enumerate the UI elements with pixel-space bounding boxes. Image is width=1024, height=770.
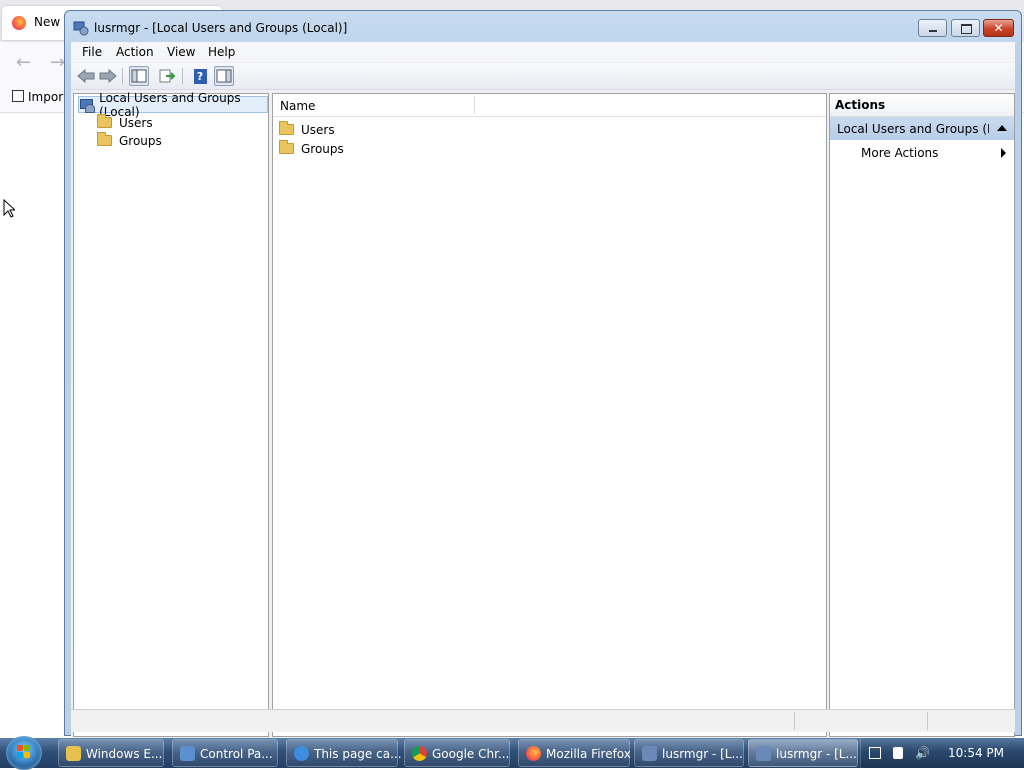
actions-pane: Actions Local Users and Groups (Lo... Mo… bbox=[829, 93, 1015, 737]
tree-groups-label: Groups bbox=[119, 133, 162, 148]
menu-file[interactable]: File bbox=[82, 45, 102, 59]
actions-group-header[interactable]: Local Users and Groups (Lo... bbox=[830, 117, 1014, 140]
status-bar bbox=[71, 709, 1015, 732]
export-list-icon[interactable] bbox=[157, 66, 177, 86]
firefox-forward-button[interactable]: → bbox=[50, 52, 65, 73]
toolbar: ? bbox=[71, 63, 1015, 90]
taskbar-label: lusrmgr - [L... bbox=[662, 747, 743, 761]
taskbar-button-firefox[interactable]: Mozilla Firefox bbox=[518, 739, 631, 767]
taskbar-label: Windows E... bbox=[86, 747, 163, 761]
taskbar-button-control-panel[interactable]: Control Pa... bbox=[172, 739, 278, 767]
folder-icon bbox=[97, 114, 112, 128]
firefox-icon bbox=[526, 746, 541, 761]
console-tree-icon[interactable] bbox=[129, 66, 149, 86]
status-divider bbox=[794, 712, 796, 730]
action-center-icon[interactable] bbox=[893, 747, 903, 759]
list-users-label: Users bbox=[301, 122, 335, 137]
status-divider bbox=[927, 712, 929, 730]
mmc-icon bbox=[73, 21, 89, 36]
list-header: Name bbox=[273, 94, 826, 117]
chrome-icon bbox=[412, 746, 427, 761]
menu-action[interactable]: Action bbox=[116, 45, 154, 59]
computer-users-icon bbox=[79, 98, 96, 113]
mmc-icon bbox=[756, 746, 771, 761]
forward-arrow-icon[interactable] bbox=[98, 66, 118, 86]
taskbar: Windows E... Control Pa... This page ca.… bbox=[0, 736, 1024, 770]
action-pane-icon[interactable] bbox=[214, 66, 234, 86]
more-actions-item[interactable]: More Actions bbox=[861, 146, 938, 160]
minimize-button[interactable] bbox=[918, 19, 947, 37]
actions-group-label: Local Users and Groups (Lo... bbox=[837, 122, 989, 136]
taskbar-button-lusrmgr-2[interactable]: lusrmgr - [L... bbox=[748, 739, 858, 767]
lusrmgr-window: lusrmgr - [Local Users and Groups (Local… bbox=[64, 10, 1022, 738]
taskbar-clock[interactable]: 10:54 PM bbox=[948, 746, 1004, 760]
taskbar-button-lusrmgr-1[interactable]: lusrmgr - [L... bbox=[634, 739, 744, 767]
taskbar-label: Mozilla Firefox bbox=[546, 747, 631, 761]
maximize-button[interactable] bbox=[951, 19, 980, 37]
window-titlebar[interactable]: lusrmgr - [Local Users and Groups (Local… bbox=[65, 11, 1021, 43]
firefox-import-bookmarks[interactable]: Impor bbox=[12, 90, 63, 104]
folder-icon bbox=[97, 132, 112, 146]
window-client: File Action View Help ? Local Users and … bbox=[71, 42, 1015, 738]
toolbar-separator bbox=[182, 68, 183, 84]
tree-item-root[interactable]: Local Users and Groups (Local) bbox=[78, 91, 268, 119]
list-item-groups[interactable]: Groups bbox=[279, 140, 344, 157]
folder-icon bbox=[279, 121, 294, 135]
list-item-users[interactable]: Users bbox=[279, 121, 335, 138]
taskbar-label: Control Pa... bbox=[200, 747, 273, 761]
menu-bar: File Action View Help bbox=[71, 42, 1015, 62]
collapse-up-icon[interactable] bbox=[997, 125, 1007, 131]
explorer-folder-icon bbox=[66, 746, 81, 761]
chevron-right-icon bbox=[1001, 148, 1006, 158]
mmc-icon bbox=[642, 746, 657, 761]
taskbar-label: lusrmgr - [L... bbox=[776, 747, 857, 761]
close-icon: ✕ bbox=[993, 21, 1004, 35]
tree-item-users[interactable]: Users bbox=[97, 114, 153, 131]
window-title: lusrmgr - [Local Users and Groups (Local… bbox=[94, 21, 348, 35]
actions-title: Actions bbox=[835, 98, 886, 112]
menu-view[interactable]: View bbox=[167, 45, 195, 59]
actions-header: Actions bbox=[830, 94, 1014, 117]
control-panel-icon bbox=[180, 746, 195, 761]
console-tree-pane: Local Users and Groups (Local) Users Gro… bbox=[73, 91, 269, 737]
internet-explorer-icon bbox=[294, 746, 309, 761]
close-button[interactable]: ✕ bbox=[983, 19, 1014, 37]
tree-users-label: Users bbox=[119, 115, 153, 130]
column-header-name[interactable]: Name bbox=[280, 99, 315, 113]
taskbar-label: Google Chr... bbox=[432, 747, 510, 761]
help-icon[interactable]: ? bbox=[190, 66, 210, 86]
menu-help[interactable]: Help bbox=[208, 45, 235, 59]
import-icon bbox=[12, 90, 24, 102]
list-groups-label: Groups bbox=[301, 141, 344, 156]
taskbar-button-ie[interactable]: This page ca... bbox=[286, 739, 402, 767]
firefox-import-label: Impor bbox=[28, 90, 64, 104]
taskbar-label: This page ca... bbox=[314, 747, 402, 761]
toolbar-separator bbox=[122, 68, 123, 84]
volume-icon[interactable]: 🔊 bbox=[915, 746, 930, 760]
tree-item-groups[interactable]: Groups bbox=[97, 132, 162, 149]
network-icon[interactable] bbox=[869, 747, 881, 759]
firefox-back-button[interactable]: ← bbox=[16, 52, 31, 73]
folder-icon bbox=[279, 140, 294, 154]
taskbar-button-chrome[interactable]: Google Chr... bbox=[404, 739, 510, 767]
start-button[interactable] bbox=[6, 736, 42, 770]
mouse-cursor-icon bbox=[3, 199, 15, 218]
firefox-icon bbox=[12, 16, 26, 30]
back-arrow-icon[interactable] bbox=[76, 66, 96, 86]
taskbar-button-explorer[interactable]: Windows E... bbox=[58, 739, 164, 767]
results-pane: Name Users Groups bbox=[272, 93, 827, 737]
column-divider[interactable] bbox=[474, 96, 475, 114]
windows-logo-icon bbox=[17, 745, 31, 759]
help-glyph: ? bbox=[193, 68, 207, 84]
